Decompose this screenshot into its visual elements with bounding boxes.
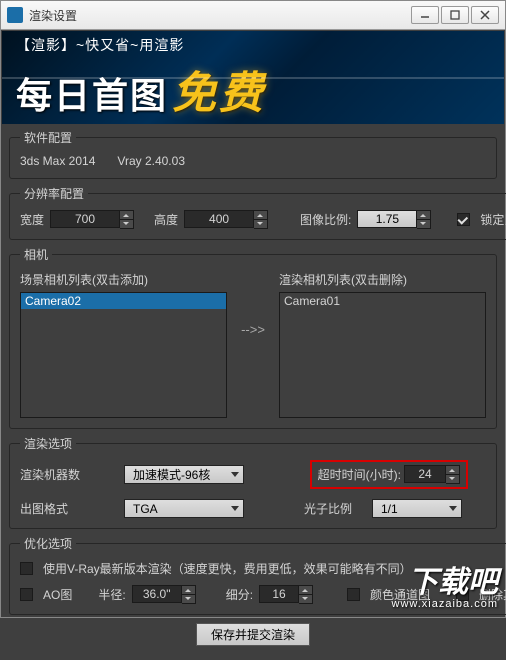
- width-label: 宽度: [20, 211, 44, 228]
- app-icon: [7, 7, 23, 23]
- banner-tagline: 【渲影】~快又省~用渲影: [16, 35, 490, 55]
- timeout-input[interactable]: [404, 465, 446, 483]
- subdiv-label: 细分:: [226, 586, 253, 603]
- ratio-spin-buttons[interactable]: [417, 210, 431, 229]
- lock-ratio-label: 锁定比例: [480, 211, 506, 228]
- ratio-label: 图像比例:: [300, 211, 351, 228]
- camera-fieldset: 相机 场景相机列表(双击添加) Camera02 -->> 渲染相机列表(双击删…: [9, 246, 497, 429]
- timeout-spinner[interactable]: [404, 465, 460, 484]
- format-value: TGA: [133, 502, 158, 516]
- banner-text-white: 每日首图: [16, 67, 168, 119]
- minimize-button[interactable]: [411, 6, 439, 24]
- optimize-fieldset: 优化选项 使用V-Ray最新版本渲染（速度更快，费用更低，效果可能略有不同） A…: [9, 535, 506, 615]
- width-spin-buttons[interactable]: [120, 210, 134, 229]
- maximize-button[interactable]: [441, 6, 469, 24]
- chevron-down-icon: [231, 472, 239, 477]
- del-other-label: 删除其它通道: [479, 586, 506, 603]
- list-item[interactable]: Camera01: [280, 293, 485, 309]
- submit-button[interactable]: 保存并提交渲染: [196, 623, 310, 646]
- render-camera-list[interactable]: Camera01: [279, 292, 486, 418]
- lock-ratio-checkbox[interactable]: [457, 213, 470, 226]
- software-app: 3ds Max 2014: [20, 154, 95, 168]
- photon-select[interactable]: 1/1: [372, 499, 462, 518]
- scene-camera-label: 场景相机列表(双击添加): [20, 271, 227, 288]
- ao-checkbox[interactable]: [20, 588, 33, 601]
- resolution-fieldset: 分辨率配置 宽度 高度 图像比例: 锁定比例: [9, 185, 506, 240]
- height-spin-buttons[interactable]: [254, 210, 268, 229]
- format-label: 出图格式: [20, 500, 80, 517]
- list-item[interactable]: Camera02: [21, 293, 226, 309]
- use-vray-label: 使用V-Ray最新版本渲染（速度更快，费用更低，效果可能略有不同）: [43, 560, 412, 577]
- scene-camera-list[interactable]: Camera02: [20, 292, 227, 418]
- render-options-fieldset: 渲染选项 渲染机器数 加速模式-96核 超时时间(小时): 出图格式 TGA 光…: [9, 435, 497, 529]
- close-button[interactable]: [471, 6, 499, 24]
- height-spinner[interactable]: [184, 210, 268, 229]
- radius-label: 半径:: [98, 586, 125, 603]
- width-input[interactable]: [50, 210, 120, 228]
- machines-select[interactable]: 加速模式-96核: [124, 465, 244, 484]
- camera-legend: 相机: [20, 246, 52, 263]
- software-fieldset: 软件配置 3ds Max 2014 Vray 2.40.03: [9, 129, 497, 179]
- radius-spinner[interactable]: [132, 585, 196, 604]
- subdiv-input[interactable]: [259, 585, 299, 603]
- software-renderer: Vray 2.40.03: [117, 154, 185, 168]
- banner-text-yellow: 免费: [172, 57, 266, 121]
- machines-label: 渲染机器数: [20, 466, 80, 483]
- ratio-input[interactable]: [357, 210, 417, 228]
- ao-label: AO图: [43, 586, 72, 603]
- format-select[interactable]: TGA: [124, 499, 244, 518]
- render-camera-label: 渲染相机列表(双击删除): [279, 271, 486, 288]
- subdiv-spin-buttons[interactable]: [299, 585, 313, 604]
- timeout-label: 超时时间(小时):: [318, 466, 401, 483]
- machines-value: 加速模式-96核: [133, 466, 210, 483]
- optimize-legend: 优化选项: [20, 535, 76, 552]
- window-title: 渲染设置: [29, 7, 409, 24]
- timeout-spin-buttons[interactable]: [446, 465, 460, 484]
- photon-value: 1/1: [381, 502, 398, 516]
- subdiv-spinner[interactable]: [259, 585, 313, 604]
- transfer-arrow: -->>: [233, 322, 273, 367]
- radius-spin-buttons[interactable]: [182, 585, 196, 604]
- color-channel-label: 颜色通道图: [370, 586, 430, 603]
- width-spinner[interactable]: [50, 210, 134, 229]
- software-legend: 软件配置: [20, 129, 76, 146]
- titlebar: 渲染设置: [1, 1, 505, 30]
- del-other-checkbox[interactable]: [456, 588, 469, 601]
- color-channel-checkbox[interactable]: [347, 588, 360, 601]
- render-options-legend: 渲染选项: [20, 435, 76, 452]
- banner: 【渲影】~快又省~用渲影 每日首图 免费: [2, 31, 504, 124]
- photon-label: 光子比例: [304, 500, 352, 517]
- timeout-highlight: 超时时间(小时):: [310, 460, 468, 489]
- ratio-spinner[interactable]: [357, 210, 431, 229]
- use-vray-checkbox[interactable]: [20, 562, 33, 575]
- resolution-legend: 分辨率配置: [20, 185, 88, 202]
- chevron-down-icon: [231, 506, 239, 511]
- height-label: 高度: [154, 211, 178, 228]
- radius-input[interactable]: [132, 585, 182, 603]
- chevron-down-icon: [449, 506, 457, 511]
- height-input[interactable]: [184, 210, 254, 228]
